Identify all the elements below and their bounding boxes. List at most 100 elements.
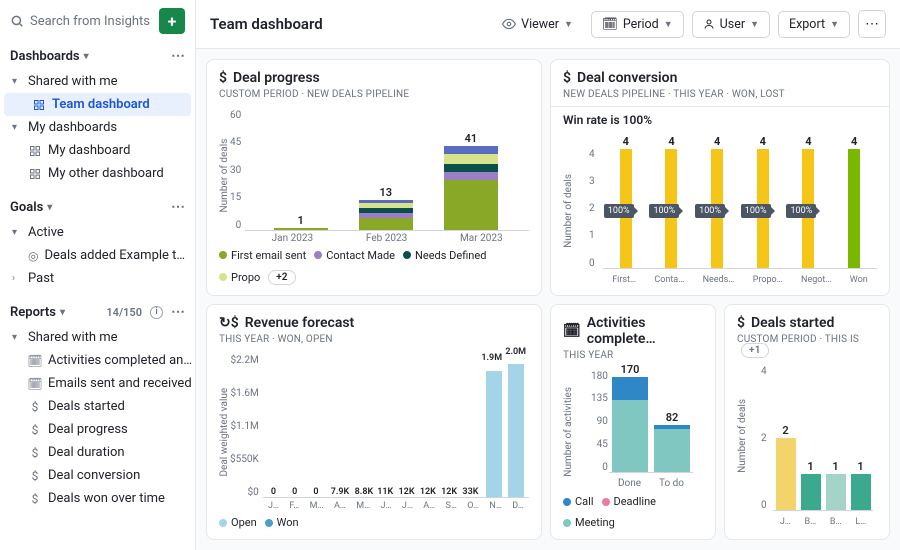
period-label: Period [623, 17, 659, 32]
report-item[interactable]: $Deal duration [0, 441, 195, 464]
goal-item[interactable]: ◎ Deals added Example t… [0, 244, 195, 267]
chevron-right-icon: › [12, 273, 22, 284]
report-item[interactable]: 🗓Emails sent and received [0, 372, 195, 395]
x-cat: D… [512, 501, 523, 511]
currency-icon: $ [28, 469, 42, 483]
bar-label: 1.9M [481, 353, 502, 363]
search-input[interactable]: Search from Insights [10, 14, 153, 29]
currency-icon: $ [737, 315, 745, 331]
bar-label: 1 [857, 460, 863, 473]
bar-label: 170 [621, 363, 640, 376]
legend-label: Open [231, 516, 257, 529]
tree-label: Deals started [48, 399, 125, 414]
bar-label: 0 [271, 487, 276, 497]
tick: 180 [591, 371, 608, 382]
x-cat: Conta… [654, 275, 684, 285]
bar-label: 4 [668, 135, 674, 148]
bar-label: 4 [760, 135, 766, 148]
card-title-text: Deals started [751, 315, 834, 331]
info-icon[interactable]: i [150, 306, 163, 319]
legend-label: Deadline [614, 495, 657, 508]
more-icon[interactable]: ⋯ [171, 199, 185, 215]
sidebar-item-my-other-dashboard[interactable]: My other dashboard [0, 162, 195, 185]
tree-label: Activities completed an… [48, 353, 192, 368]
tree-label: Deal progress [48, 422, 128, 437]
goals-section[interactable]: Goals ▾ ⋯ [0, 193, 195, 221]
chevron-down-icon: ▼ [830, 19, 839, 30]
report-item[interactable]: $ Deal conversion [0, 464, 195, 487]
reports-count: 14/150 [106, 306, 142, 319]
pct-label: 100% [786, 204, 816, 218]
chart-plot: 2 1 1 1 [773, 366, 873, 512]
more-icon[interactable]: ⋯ [171, 48, 185, 64]
tick: $1.1M [231, 421, 259, 432]
tree-label: My other dashboard [48, 166, 164, 181]
chevron-down-icon: ▼ [564, 19, 573, 30]
user-dropdown[interactable]: User ▼ [692, 11, 770, 38]
export-dropdown[interactable]: Export ▼ [778, 11, 850, 38]
goals-past[interactable]: › Past [0, 267, 195, 290]
bar-label: 1 [297, 214, 303, 227]
calendar-icon: 🗓 [28, 377, 42, 391]
bar-label: 0 [292, 487, 297, 497]
x-cat: Propo… [753, 275, 783, 285]
chart-plot: 170 82 [609, 371, 693, 474]
y-axis-label: Number of deals [737, 399, 748, 473]
reports-shared[interactable]: ▾ Shared with me [0, 326, 195, 349]
bar-label: 1 [807, 460, 813, 473]
legend-label: Meeting [575, 516, 615, 529]
more-icon[interactable]: ⋯ [171, 304, 185, 320]
chevron-down-icon: ▾ [12, 332, 22, 343]
my-dashboards[interactable]: ▾ My dashboards [0, 116, 195, 139]
legend-label: Won [277, 516, 299, 529]
tick: 45 [230, 137, 241, 148]
chevron-down-icon: ▾ [12, 227, 22, 238]
bar-label: 12K [441, 487, 457, 497]
x-cat: B… [830, 517, 842, 527]
more-button[interactable]: ⋯ [858, 10, 886, 38]
chevron-down-icon: ▼ [750, 19, 759, 30]
sidebar-item-team-dashboard[interactable]: Team dashboard [4, 93, 191, 116]
tree-label: My dashboards [28, 120, 117, 135]
tree-label: Team dashboard [52, 97, 150, 112]
pct-label: 100% [649, 204, 679, 218]
page-title: Team dashboard [210, 15, 323, 33]
card-activities: 🗓Activities complete… THIS YEAR Number o… [550, 304, 716, 541]
period-dropdown[interactable]: 🗓 Period ▼ [591, 11, 684, 38]
report-item[interactable]: $Deals started [0, 395, 195, 418]
chart-plot: 0 0 0 7.9K 8.8K 11K 12K 12K 12K 33K 1.9M… [263, 351, 529, 499]
bar-label: 4 [714, 135, 720, 148]
tick: $0 [248, 487, 259, 498]
legend-more[interactable]: +2 [268, 270, 295, 285]
reports-section[interactable]: Reports ▾ 14/150 i ⋯ [0, 298, 195, 326]
tree-label: Deal conversion [48, 468, 140, 483]
tick: 0 [236, 220, 242, 231]
shared-with-me[interactable]: ▾ Shared with me [0, 70, 195, 93]
tick: 60 [230, 110, 241, 121]
tick: 4 [589, 149, 595, 160]
x-cat: A… [423, 501, 435, 511]
card-subtitle: CUSTOM PERIOD · NEW DEALS PIPELINE [219, 89, 529, 100]
report-item[interactable]: $Deal progress [0, 418, 195, 441]
dashboards-section[interactable]: Dashboards ▾ ⋯ [0, 42, 195, 70]
pct-label: 100% [604, 204, 634, 218]
add-button[interactable]: + [159, 8, 185, 34]
bar-label: 8.8K [355, 487, 374, 497]
card-subtitle: NEW DEALS PIPELINE · THIS YEAR · WON, LO… [563, 89, 877, 100]
sidebar-item-my-dashboard[interactable]: My dashboard [0, 139, 195, 162]
goals-active[interactable]: ▾ Active [0, 221, 195, 244]
x-axis-categories: J… B… B… L… [773, 517, 873, 527]
tick: 30 [230, 165, 241, 176]
user-icon [703, 18, 715, 30]
x-cat: Mar 2023 [460, 233, 503, 244]
search-placeholder: Search from Insights [30, 14, 150, 29]
x-cat: L… [855, 517, 866, 527]
viewer-dropdown[interactable]: Viewer ▼ [492, 12, 583, 37]
report-item[interactable]: $Deals won over time [0, 487, 195, 510]
tick: $550K [230, 454, 259, 465]
x-cat: To do [659, 478, 684, 489]
report-item[interactable]: 🗓Activities completed an… [0, 349, 195, 372]
chart-legend: Call Deadline Meeting [563, 495, 703, 529]
x-axis-categories: First… Conta… Needs… Propo… Negot… Won [603, 275, 877, 285]
chevron-down-icon: ▾ [60, 307, 70, 318]
